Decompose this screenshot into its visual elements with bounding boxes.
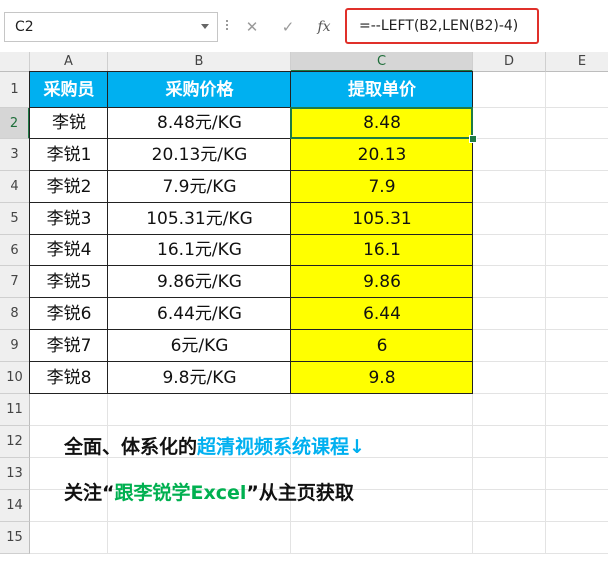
row-header-7[interactable]: 7 [0,266,30,298]
fill-handle[interactable] [469,135,477,143]
row-header-9[interactable]: 9 [0,330,30,362]
formula-text: =--LEFT(B2,LEN(B2)-4) [359,18,519,34]
table-border-h [30,265,473,266]
table-border-h [30,361,473,362]
table-border-h [30,202,473,203]
table-cell[interactable]: 李锐2 [30,171,108,203]
name-box[interactable]: C2 [4,12,218,42]
table-cell[interactable]: 李锐 [30,108,108,139]
promo-line-1-text-a: 全面、体系化的 [64,436,198,458]
table-header-cell[interactable]: 采购员 [30,72,108,108]
table-border-v [29,71,30,394]
table-cell[interactable]: 李锐7 [30,330,108,362]
table-border-v [107,71,108,394]
row-header-15[interactable]: 15 [0,522,30,554]
table-cell[interactable]: 8.48元/KG [108,108,291,139]
row-header-10[interactable]: 10 [0,362,30,394]
column-header-d[interactable]: D [473,52,546,72]
promo-line-1: 全面、体系化的超清视频系统课程↓ [64,432,365,459]
table-cell[interactable]: 105.31 [291,203,473,235]
table-header-cell[interactable]: 提取单价 [291,72,473,108]
table-border-h [30,329,473,330]
table-cell[interactable]: 6元/KG [108,330,291,362]
table-cell[interactable]: 20.13元/KG [108,139,291,171]
table-border-h [30,393,473,394]
insert-function-icon[interactable]: fx [313,16,335,38]
table-border-h [30,234,473,235]
gridline-h [30,521,608,522]
table-header-cell[interactable]: 采购价格 [108,72,291,108]
table-border-h [30,170,473,171]
table-cell[interactable]: 李锐1 [30,139,108,171]
table-cell[interactable]: 李锐8 [30,362,108,394]
formula-input[interactable]: =--LEFT(B2,LEN(B2)-4) [345,8,539,44]
gridline-v [545,72,546,554]
row-header-12[interactable]: 12 [0,426,30,458]
row-header-11[interactable]: 11 [0,394,30,426]
table-border-h [30,297,473,298]
promo-line-2: 关注“跟李锐学Excel”从主页获取 [64,478,354,505]
row-header-4[interactable]: 4 [0,171,30,203]
select-all-corner[interactable] [0,52,30,72]
promo-line-1-text-b: 超清视频系统课程↓ [197,436,365,458]
table-cell[interactable]: 6.44元/KG [108,298,291,330]
name-box-value: C2 [15,19,34,35]
table-cell[interactable]: 9.8元/KG [108,362,291,394]
row-header-8[interactable]: 8 [0,298,30,330]
table-cell[interactable]: 16.1元/KG [108,235,291,266]
table-cell[interactable]: 李锐6 [30,298,108,330]
promo-line-2-text-c: ”从主页获取 [246,482,354,504]
table-cell[interactable]: 6.44 [291,298,473,330]
row-header-3[interactable]: 3 [0,139,30,171]
table-cell[interactable]: 9.86 [291,266,473,298]
table-cell[interactable]: 16.1 [291,235,473,266]
table-cell[interactable]: 9.86元/KG [108,266,291,298]
row-header-6[interactable]: 6 [0,235,30,266]
column-header-a[interactable]: A [30,52,108,72]
promo-line-2-text-b: 跟李锐学Excel [114,482,247,504]
column-header-c[interactable]: C [291,52,473,72]
column-header-e[interactable]: E [546,52,608,72]
table-cell[interactable]: 7.9 [291,171,473,203]
table-cell[interactable]: 105.31元/KG [108,203,291,235]
enter-icon[interactable]: ✓ [277,16,299,38]
table-cell[interactable]: 20.13 [291,139,473,171]
table-cell[interactable]: 7.9元/KG [108,171,291,203]
table-cell[interactable]: 6 [291,330,473,362]
table-cell[interactable]: 李锐4 [30,235,108,266]
row-header-13[interactable]: 13 [0,458,30,490]
promo-line-2-text-a: 关注“ [64,482,115,504]
gridline-h [30,553,608,554]
chevron-down-icon[interactable] [201,24,209,29]
table-cell[interactable]: 李锐5 [30,266,108,298]
active-cell-outline [290,107,473,139]
drag-handle-icon[interactable] [226,24,228,26]
column-header-b[interactable]: B [108,52,291,72]
row-header-14[interactable]: 14 [0,490,30,522]
row-header-2[interactable]: 2 [0,108,30,139]
formula-bar-area: C2 ✕ ✓ fx =--LEFT(B2,LEN(B2)-4) [0,0,608,53]
gridline-h [30,425,608,426]
table-cell[interactable]: 李锐3 [30,203,108,235]
table-cell[interactable]: 9.8 [291,362,473,394]
table-border-h [30,71,473,72]
cancel-icon[interactable]: ✕ [241,16,263,38]
row-header-5[interactable]: 5 [0,203,30,235]
row-header-1[interactable]: 1 [0,72,30,108]
